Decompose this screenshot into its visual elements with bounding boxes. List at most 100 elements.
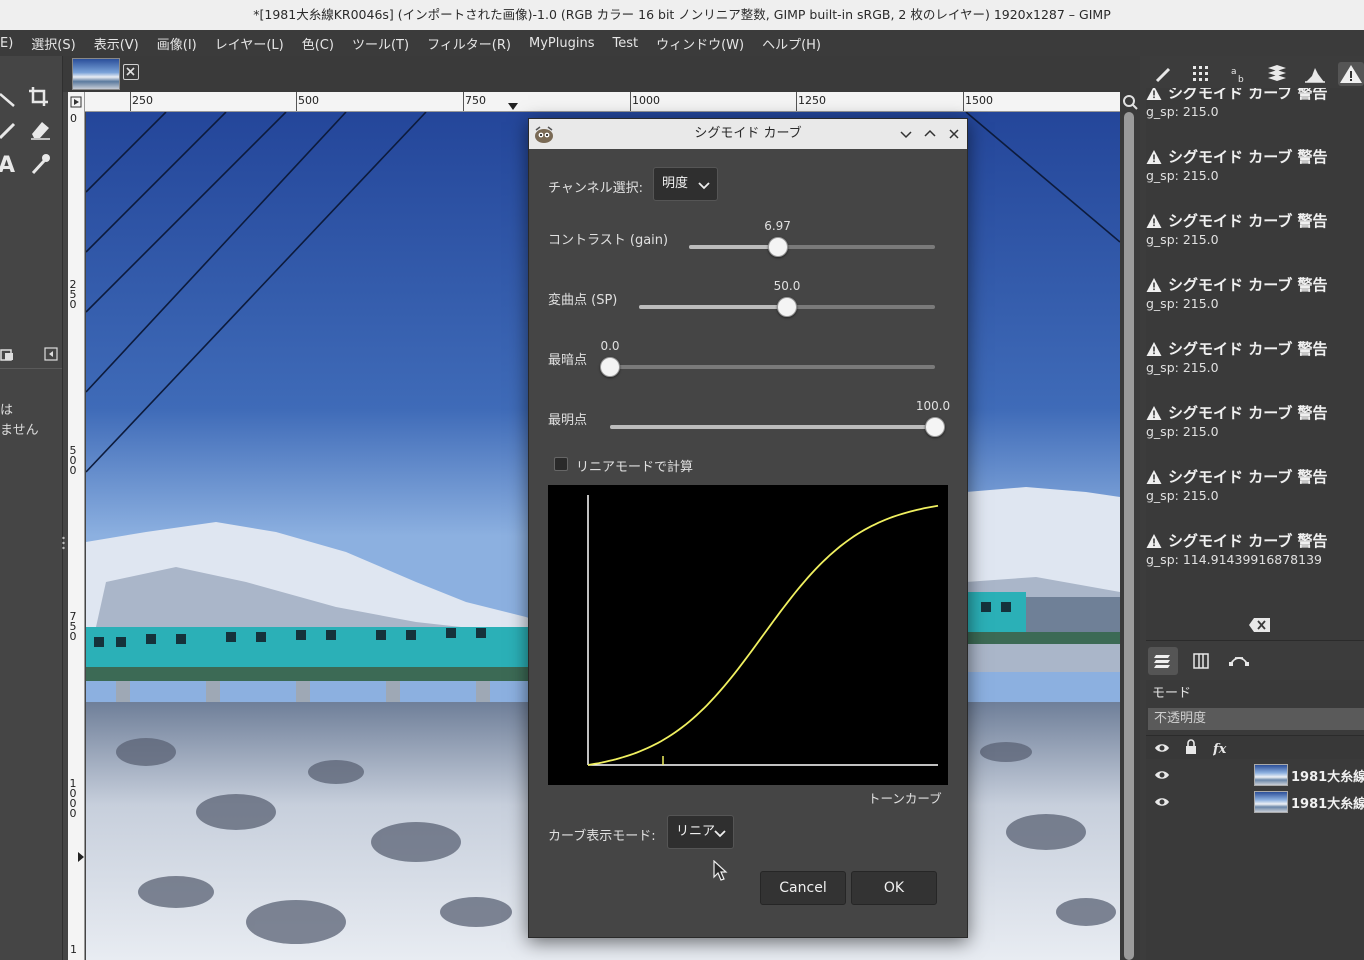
layers-tab-bar [1146, 640, 1364, 680]
menu-colors[interactable]: 色(C) [293, 34, 343, 53]
message-detail: g_sp: 215.0 [1146, 232, 1219, 247]
message-item: シグモイド カーブ 警告 g_sp: 215.0 [1146, 88, 1364, 146]
darkest-point-slider-track[interactable] [610, 365, 935, 369]
layer-row[interactable]: 1981大糸線 [1146, 789, 1364, 815]
menu-myplugins[interactable]: MyPlugins [520, 36, 603, 51]
brightest-point-slider-track[interactable] [610, 425, 935, 429]
message-title: シグモイド カーブ 警告 [1146, 210, 1328, 231]
dialog-title-bar[interactable]: シグモイド カーブ [529, 119, 967, 149]
channels-tab-icon[interactable] [1186, 647, 1216, 675]
warning-icon [1146, 213, 1162, 228]
dock-tab-bar: ab [1146, 56, 1364, 90]
line-tool-icon[interactable] [0, 86, 26, 112]
patterns-tab-icon[interactable] [1188, 62, 1214, 86]
menu-windows[interactable]: ウィンドウ(W) [647, 34, 753, 53]
brightest-point-slider-fill [610, 425, 935, 429]
error-console-tab-icon[interactable] [1338, 62, 1364, 86]
minimize-chevron-down-icon[interactable] [898, 126, 914, 142]
chevron-down-icon [714, 830, 726, 838]
message-item: シグモイド カーブ 警告 g_sp: 215.0 [1146, 146, 1364, 210]
zoom-search-icon[interactable] [1121, 93, 1139, 111]
toolbox-resize-handle[interactable] [62, 536, 65, 550]
vertical-ruler[interactable]: 0 250 500 750 1000 1 [68, 112, 85, 960]
ruler-label: 250 [132, 94, 153, 107]
brushes-tab-icon[interactable] [1150, 62, 1176, 86]
contrast-label: コントラスト (gain) [548, 233, 669, 248]
layer-thumbnail [1254, 764, 1288, 786]
ruler-corner[interactable] [68, 92, 85, 112]
layer-visibility-eye-icon[interactable] [1154, 794, 1170, 810]
message-title: シグモイド カーブ 警告 [1146, 146, 1328, 167]
layer-opacity-row[interactable]: 不透明度 [1148, 708, 1364, 730]
toolbox-message-line2: ません [0, 423, 39, 438]
svg-text:A: A [0, 153, 15, 177]
message-item: シグモイド カーブ 警告 g_sp: 215.0 [1146, 466, 1364, 530]
menu-test[interactable]: Test [603, 36, 647, 51]
image-tab-close-icon[interactable] [123, 64, 139, 80]
contrast-slider-knob[interactable] [767, 237, 788, 257]
menu-filters[interactable]: フィルター(R) [418, 34, 520, 53]
color-picker-tool-icon[interactable] [28, 151, 54, 177]
menu-view[interactable]: 表示(V) [85, 34, 148, 53]
darkest-point-slider-knob[interactable] [600, 357, 620, 377]
layer-row[interactable]: 1981大糸線 [1146, 762, 1364, 788]
inflection-point-slider-knob[interactable] [777, 297, 797, 317]
ruler-tick [296, 92, 297, 111]
ruler-label: 1500 [965, 94, 993, 107]
histogram-tab-icon[interactable] [1302, 62, 1328, 86]
eraser-tool-icon[interactable] [27, 116, 53, 142]
paths-tab-icon[interactable] [1224, 647, 1254, 675]
mouse-pointer-icon [713, 859, 729, 882]
horizontal-ruler[interactable]: 250 500 750 1000 1250 1500 [85, 92, 1120, 112]
fonts-tab-icon[interactable]: ab [1226, 62, 1252, 86]
message-detail: g_sp: 114.91439916878139 [1146, 552, 1322, 567]
vertical-scrollbar-thumb[interactable] [1124, 112, 1134, 960]
ok-button[interactable]: OK [851, 871, 937, 905]
maximize-chevron-up-icon[interactable] [922, 126, 938, 142]
ruler-tick [463, 92, 464, 111]
inflection-point-value: 50.0 [773, 279, 801, 293]
paintbrush-tool-icon[interactable] [0, 118, 26, 144]
error-console-messages: シグモイド カーブ 警告 g_sp: 215.0 シグモイド カーブ 警告 g_… [1146, 88, 1364, 613]
ruler-label: 0 [70, 112, 77, 125]
panel-menu-icon[interactable] [44, 347, 58, 361]
menu-layer[interactable]: レイヤー(L) [206, 34, 293, 53]
toolbox-tab-bar [0, 341, 62, 369]
close-icon[interactable] [946, 126, 962, 142]
layers-list-header: fx [1146, 735, 1364, 759]
brightest-point-slider-knob[interactable] [925, 417, 945, 437]
menu-tools[interactable]: ツール(T) [343, 34, 418, 53]
contrast-slider-track[interactable] [689, 245, 935, 249]
image-tab-thumbnail[interactable] [72, 58, 120, 90]
ruler-tick [630, 92, 631, 111]
text-tool-icon[interactable]: A [0, 151, 26, 178]
ruler-label: 500 [298, 94, 319, 107]
darkest-point-value: 0.0 [600, 339, 620, 353]
layer-mode-row[interactable]: モード [1146, 682, 1364, 706]
layer-visibility-eye-icon[interactable] [1154, 767, 1170, 783]
ruler-label: 250 [69, 278, 77, 311]
warning-icon [1146, 533, 1162, 548]
menu-image[interactable]: 画像(I) [148, 34, 206, 53]
menu-edit[interactable]: E) [0, 36, 22, 51]
layers-tab-icon[interactable] [1148, 647, 1178, 675]
crop-tool-icon[interactable] [26, 84, 52, 110]
channel-select-label: チャンネル選択: [548, 181, 643, 196]
menu-help[interactable]: ヘルプ(H) [753, 34, 830, 53]
brightest-point-label: 最明点 [548, 413, 588, 428]
ruler-label: 1000 [632, 94, 660, 107]
ruler-label: 750 [465, 94, 486, 107]
menu-select[interactable]: 選択(S) [22, 34, 84, 53]
tool-options-icon[interactable] [0, 347, 16, 363]
message-detail: g_sp: 215.0 [1146, 104, 1219, 119]
clear-messages-icon[interactable] [1248, 617, 1272, 633]
message-item: シグモイド カーブ 警告 g_sp: 215.0 [1146, 402, 1364, 466]
ruler-label: 1000 [69, 777, 77, 820]
linear-mode-checkbox[interactable] [554, 457, 568, 471]
channel-select-combo[interactable]: 明度 [653, 167, 718, 201]
cancel-button[interactable]: Cancel [760, 871, 846, 905]
svg-text:fx: fx [1213, 742, 1227, 757]
curve-display-mode-combo[interactable]: リニア [667, 815, 734, 849]
fx-icon: fx [1213, 742, 1227, 757]
document-history-tab-icon[interactable] [1264, 62, 1290, 86]
